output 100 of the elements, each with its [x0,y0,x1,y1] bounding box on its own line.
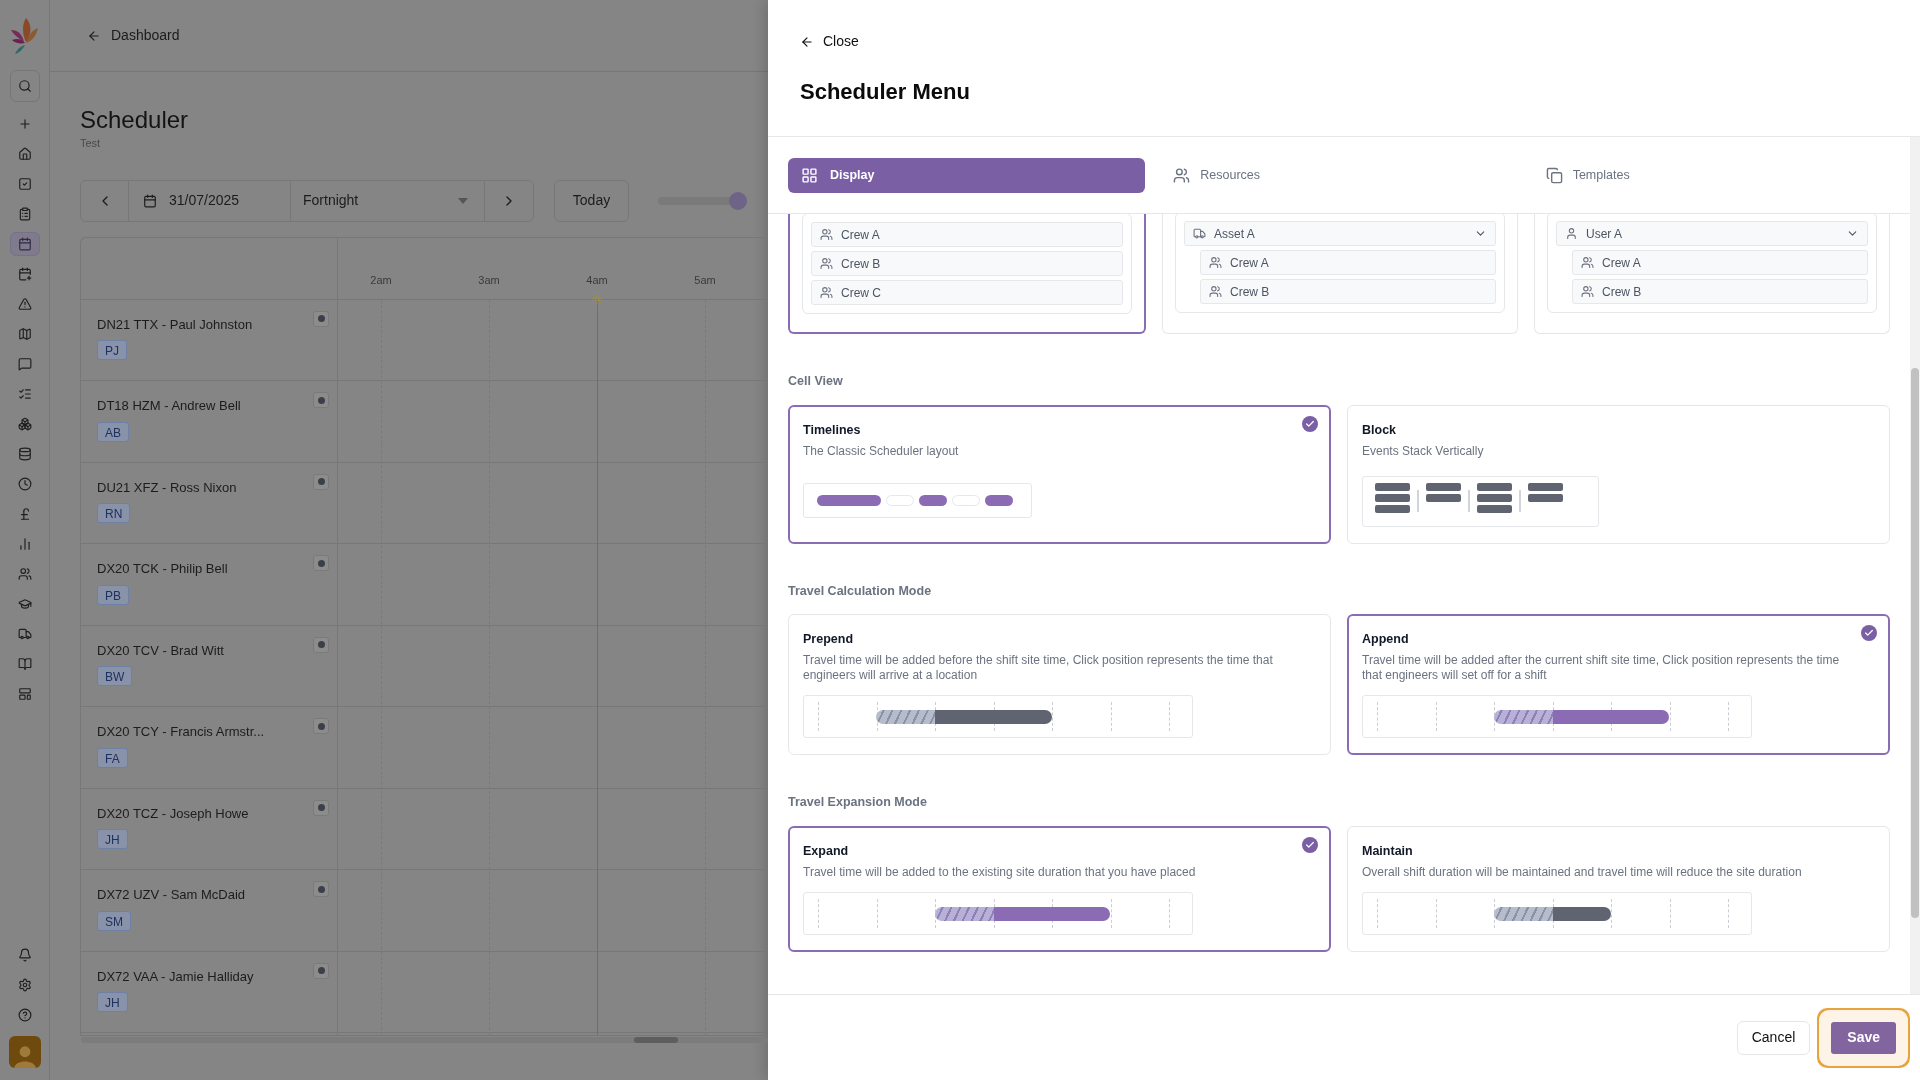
boxes-icon [17,417,32,431]
option-card[interactable]: Block Events Stack Vertically [1347,404,1890,544]
initials-tag: AB [97,421,129,442]
truck-icon [1193,227,1206,240]
bar-chart-icon [17,537,32,551]
layout-option-card[interactable]: Crew A Crew B Crew C [788,214,1146,334]
clipboard-icon [17,207,32,221]
option-title: Prepend [803,631,853,649]
horizontal-scrollbar[interactable] [81,1037,768,1043]
plus-icon [17,117,32,131]
users-icon [1581,285,1594,298]
panel-title: Scheduler Menu [800,78,971,106]
initials-tag: PJ [97,340,127,360]
crew-row: Crew B [1572,279,1868,304]
option-card[interactable]: Prepend Travel time will be added before the shift site time, Click position represents the time that engineers will arrive at a location [788,614,1331,755]
option-card[interactable]: Expand Travel time will be added to the existing site duration that you have placed [788,825,1331,952]
option-description: Travel time will be added to the existing site duration that you have placed [803,864,1197,880]
checklist-icon [17,387,32,401]
option-title: Expand [803,842,849,860]
resource-name: DX20 TCV - Brad Witt [97,641,224,660]
option-description: Travel time will be added after the current shift site time, Click position represents the time that engineers will set off for a shift [1362,653,1841,683]
resource-name: DN21 TTX - Paul Johnston [97,315,253,334]
nav-button[interactable] [9,232,40,256]
grid-icon [801,166,818,184]
option-card[interactable]: Timelines The Classic Scheduler layout [788,404,1331,544]
settings-icon[interactable] [17,978,32,992]
back-arrow-icon[interactable] [800,34,814,49]
search-button[interactable] [9,70,40,102]
status-dot-button[interactable] [313,799,329,816]
status-dot-button[interactable] [313,881,329,897]
view-select[interactable]: Fortnight [291,180,485,221]
section-label: Cell View [788,373,844,390]
resource-name: DX72 UZV - Sam McDaid [97,886,246,904]
scrollbar-thumb[interactable] [1911,368,1919,918]
status-dot-button[interactable] [313,962,329,979]
initials-tag: JH [97,992,128,1012]
layout-option-card[interactable]: User A Crew A Crew B [1534,214,1890,334]
close-link[interactable]: Close [823,31,859,52]
date-field[interactable]: 31/07/2025 [129,180,291,221]
slider-thumb[interactable] [728,191,747,210]
tab[interactable]: Display [788,157,1146,193]
layout-option-card[interactable]: Asset A Crew A Crew B [1162,214,1518,334]
tab[interactable]: Resources [1159,157,1518,193]
hour-label: 2am [370,272,392,288]
help-icon[interactable] [17,1008,32,1022]
users-icon [820,286,833,299]
search-icon [17,79,32,93]
status-dot-button[interactable] [313,718,329,734]
initials-tag: SM [97,910,131,931]
crew-row: Crew B [1200,279,1496,304]
status-dot-button[interactable] [313,310,329,327]
crew-row: Crew A [1200,250,1496,275]
vertical-scrollbar[interactable] [1910,137,1920,994]
initials-tag: BW [97,666,133,686]
book-icon [17,657,32,671]
status-dot-button[interactable] [313,392,329,408]
tab[interactable]: Templates [1531,157,1890,193]
home-icon [17,147,32,161]
scrollbar-thumb[interactable] [634,1037,678,1043]
status-dot-button[interactable] [313,636,329,653]
option-card[interactable]: Maintain Overall shift duration will be maintained and travel time will reduce the site duration [1347,825,1890,952]
users-icon [1581,256,1594,269]
option-card[interactable]: Append Travel time will be added after the current shift site time, Click position represents the time that engineers will set off for a shift [1347,614,1890,755]
option-title: Append [1362,631,1409,649]
today-button[interactable]: Today [554,179,629,222]
initials-tag: RN [97,503,131,523]
users-icon [1209,285,1222,298]
map-icon [17,327,32,341]
status-dot-button[interactable] [313,555,329,571]
calendar-icon [17,237,32,251]
back-link[interactable]: Dashboard [111,25,180,46]
checkbox-icon [17,177,32,191]
resource-name: DX20 TCZ - Joseph Howe [97,804,249,823]
bell-icon[interactable] [17,948,32,962]
resource-name: DX72 VAA - Jamie Halliday [97,967,254,986]
calendar-icon [143,193,157,208]
resource-name: DX20 TCY - Francis Armstr... [97,723,265,741]
resource-name: DU21 XFZ - Ross Nixon [97,478,237,497]
option-description: Overall shift duration will be maintained and travel time will reduce the site duration [1362,864,1803,880]
resource-name: DX20 TCK - Philip Bell [97,560,228,578]
hour-label: 4am [586,272,608,288]
group-select[interactable]: Asset A [1184,221,1496,246]
initials-tag: PB [97,584,129,605]
status-dot-button[interactable] [313,473,329,490]
section-label: Travel Expansion Mode [788,794,928,811]
message-icon [17,357,32,371]
sun-icon [591,292,603,305]
crew-row: Crew C [811,280,1123,305]
cancel-button[interactable]: Cancel [1736,1020,1811,1055]
layout-icon [17,687,32,701]
avatar[interactable] [8,1036,41,1068]
page-title: Scheduler [80,105,190,135]
option-description: The Classic Scheduler layout [803,443,960,459]
crew-row: Crew A [811,222,1123,247]
group-select[interactable]: User A [1556,221,1868,246]
truck-icon [17,627,32,641]
users-icon [820,228,833,241]
check-icon [1302,415,1318,432]
check-icon [1302,836,1318,853]
dropdown-caret-icon [458,197,468,204]
